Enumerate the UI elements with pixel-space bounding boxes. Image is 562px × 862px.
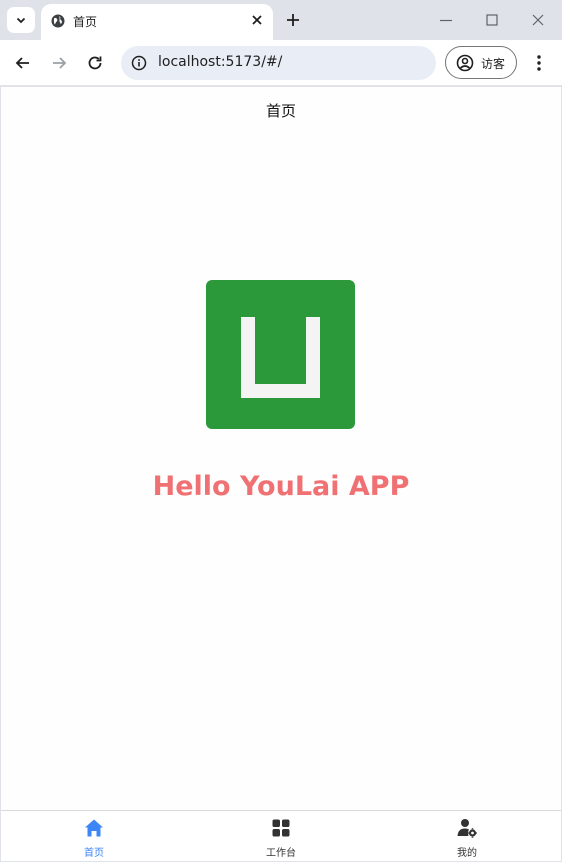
youlai-logo-icon <box>241 317 320 398</box>
close-icon[interactable] <box>250 13 264 27</box>
browser-tab[interactable]: 首页 <box>41 4 273 40</box>
tabbar-label: 首页 <box>84 848 104 859</box>
account-icon <box>456 54 474 72</box>
more-menu-icon[interactable] <box>530 53 548 73</box>
home-icon <box>85 819 103 837</box>
tabbar-item-mine[interactable]: 我的 <box>427 811 507 861</box>
globe-icon <box>51 14 65 28</box>
chevron-down-icon <box>16 17 26 24</box>
user-settings-icon <box>457 819 477 838</box>
tabbar-label: 工作台 <box>266 848 296 859</box>
tab-title: 首页 <box>73 15 98 29</box>
window-close-icon[interactable] <box>530 12 546 28</box>
welcome-heading: Hello YouLai APP <box>152 471 410 502</box>
browser-titlebar: 首页 <box>0 0 562 40</box>
address-bar[interactable]: localhost:5173/#/ <box>121 46 436 80</box>
maximize-icon[interactable] <box>484 12 500 28</box>
new-tab-icon[interactable] <box>284 11 302 29</box>
browser-toolbar: localhost:5173/#/ 访客 <box>0 40 562 86</box>
tabbar-label: 我的 <box>457 848 477 859</box>
profile-label: 访客 <box>481 57 506 71</box>
url-text[interactable]: localhost:5173/#/ <box>158 54 282 70</box>
tabbar-item-home[interactable]: 首页 <box>54 811 134 861</box>
app-logo <box>206 280 355 429</box>
profile-button[interactable]: 访客 <box>445 46 517 79</box>
forward-arrow-icon[interactable] <box>49 53 69 73</box>
tabbar-item-workbench[interactable]: 工作台 <box>241 811 321 861</box>
reload-icon[interactable] <box>85 53 105 73</box>
site-info-icon[interactable] <box>131 55 147 71</box>
page-viewport: 首页 Hello YouLai APP 首页 工作台 我的 <box>1 87 561 861</box>
bottom-tabbar: 首页 工作台 我的 <box>1 810 561 861</box>
back-arrow-icon[interactable] <box>13 53 33 73</box>
grid-icon <box>272 819 290 837</box>
minimize-icon[interactable] <box>438 12 454 28</box>
page-title: 首页 <box>265 102 296 120</box>
tab-search-button[interactable] <box>7 7 35 33</box>
